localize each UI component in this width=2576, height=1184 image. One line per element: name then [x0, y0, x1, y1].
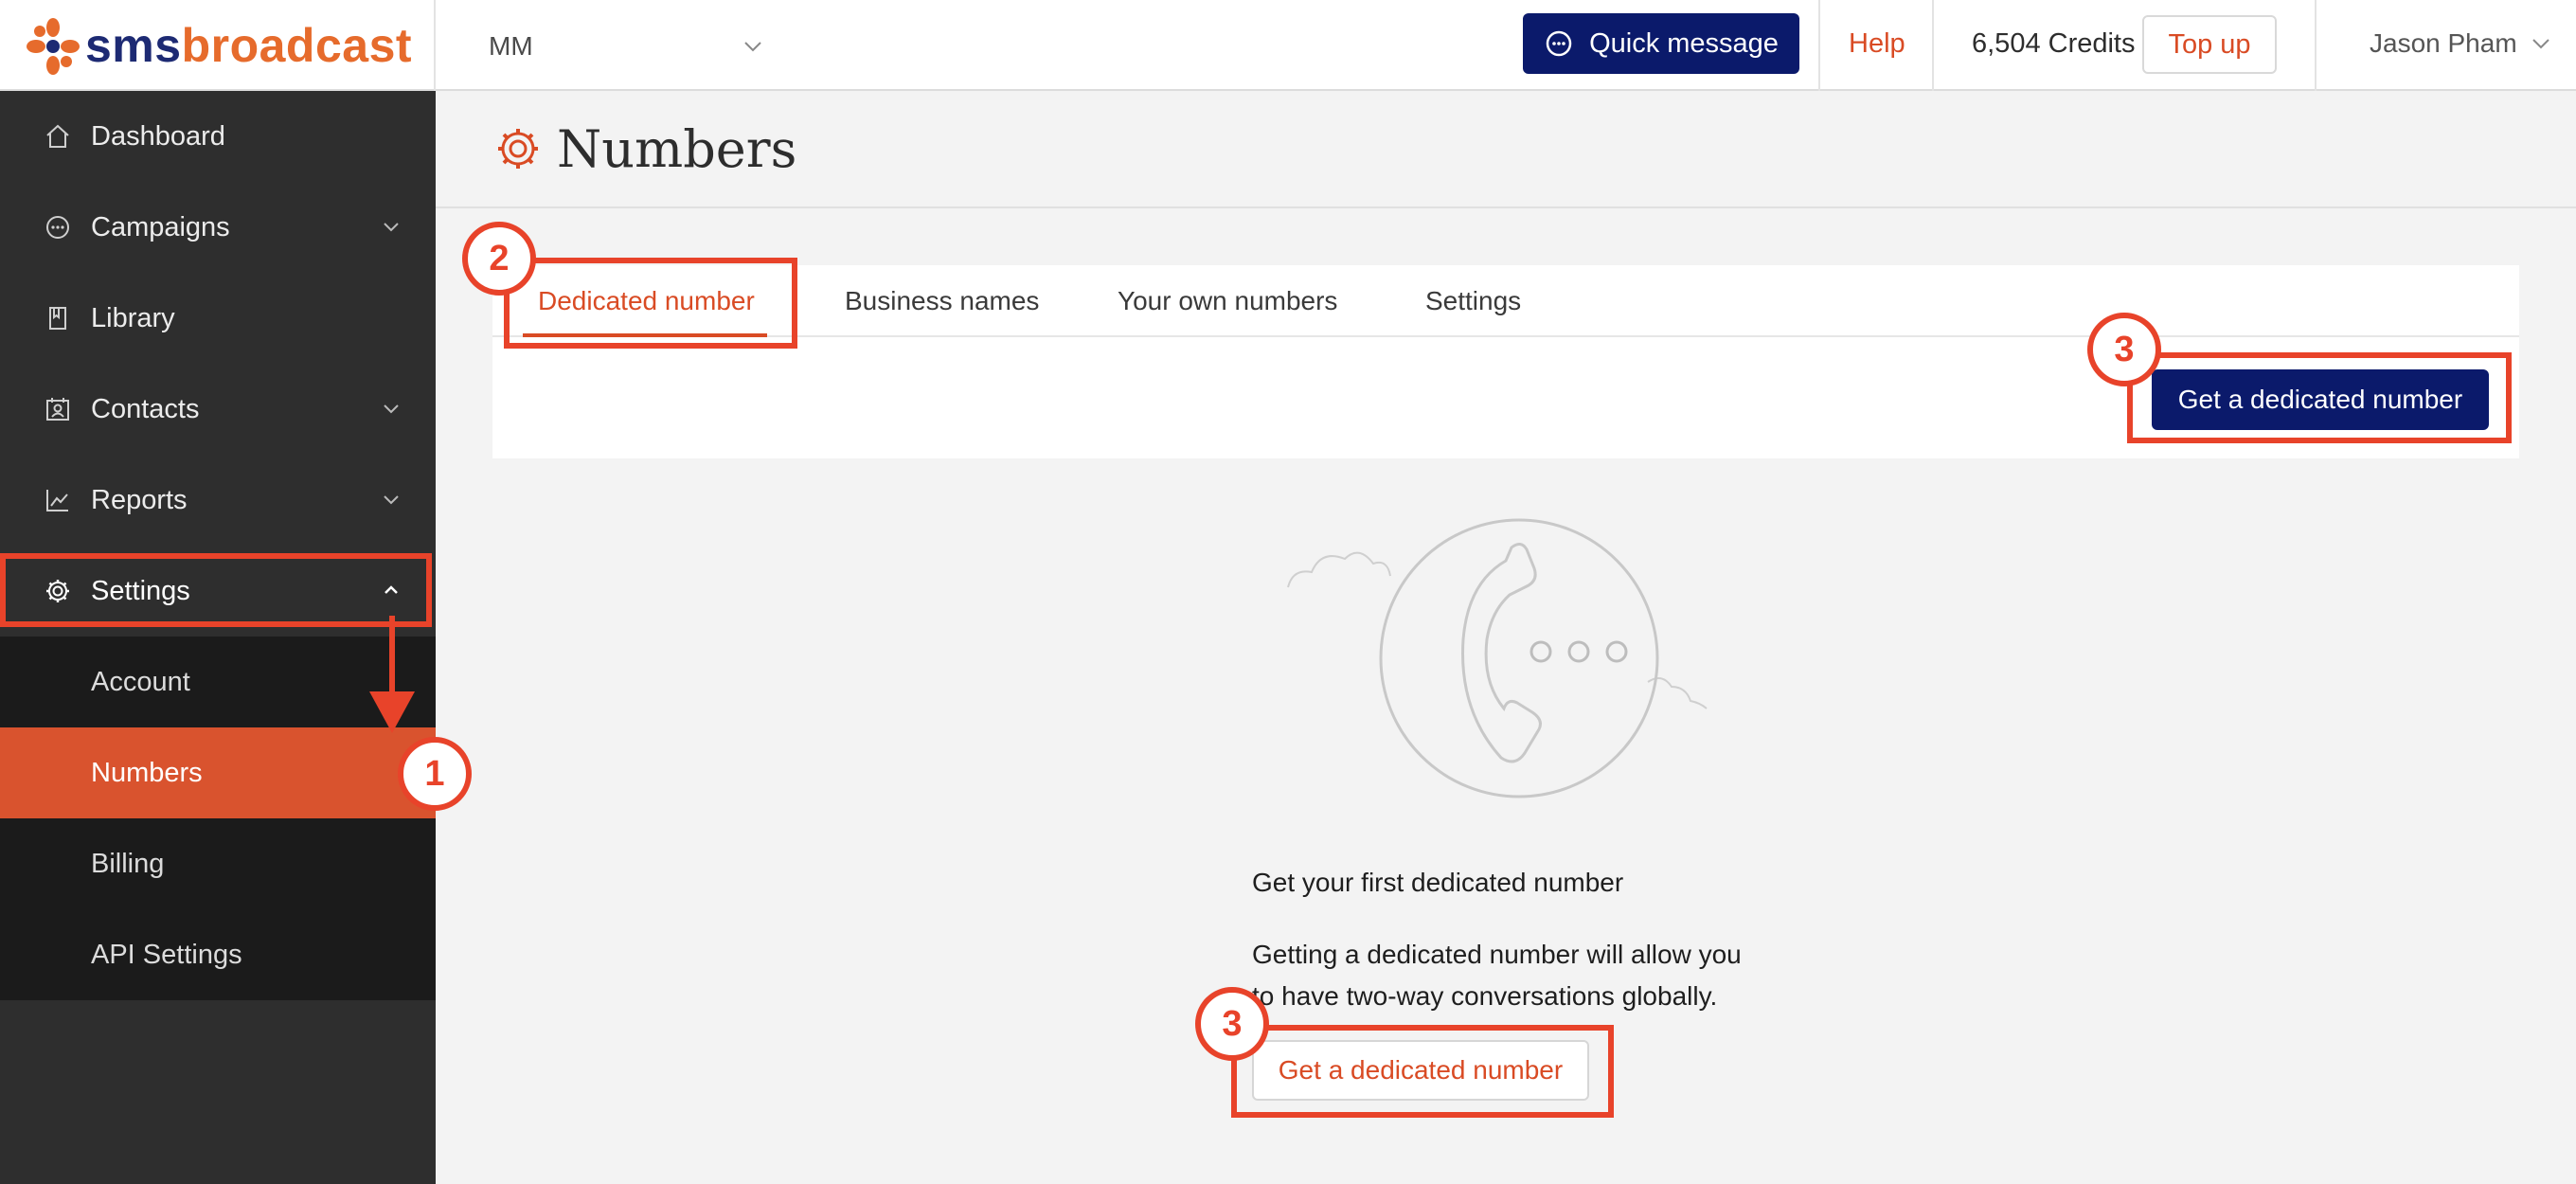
submenu-item-label: Numbers: [91, 757, 203, 788]
step-badge-3: 3: [1195, 987, 1269, 1061]
quick-message-label: Quick message: [1589, 27, 1779, 59]
sidebar-item-label: Dashboard: [91, 120, 225, 152]
arrow-down-icon: [369, 616, 415, 733]
submenu-item-label: Account: [91, 666, 190, 697]
sidebar-item-library[interactable]: Library: [0, 273, 436, 364]
chat-icon: [46, 216, 69, 239]
chat-bubble-icon: [1546, 30, 1572, 57]
submenu-item-label: Billing: [91, 848, 165, 879]
logo-sms: sms: [85, 19, 182, 72]
logo-broadcast: broadcast: [181, 19, 413, 72]
logo-wordmark: smsbroadcast: [85, 22, 412, 69]
account-selector-value: MM: [489, 31, 533, 61]
logo[interactable]: smsbroadcast: [0, 0, 436, 91]
top-bar: smsbroadcast MM Quick message Help 6,504…: [0, 0, 2576, 91]
sidebar-item-campaigns[interactable]: Campaigns: [0, 182, 436, 273]
account-selector[interactable]: MM: [489, 23, 763, 70]
sidebar-item-label: Contacts: [91, 393, 200, 424]
chevron-down-icon: [384, 495, 399, 505]
tab-your-own-numbers[interactable]: Your own numbers: [1118, 286, 1337, 316]
quick-message-button[interactable]: Quick message: [1523, 13, 1799, 74]
step-badge-2: 2: [462, 222, 536, 296]
divider: [2315, 0, 2317, 91]
highlight-secondary-cta: [1231, 1025, 1614, 1118]
submenu-item-numbers[interactable]: Numbers: [0, 727, 436, 818]
credits-balance: 6,504 Credits: [1972, 28, 2136, 59]
contacts-icon: [46, 398, 69, 421]
chevron-down-icon: [384, 223, 399, 232]
submenu-item-api-settings[interactable]: API Settings: [0, 909, 436, 1000]
book-icon: [49, 307, 66, 330]
sidebar-item-label: Campaigns: [91, 211, 230, 242]
sidebar-item-label: Library: [91, 302, 175, 333]
highlight-primary-cta: [2127, 352, 2512, 443]
step-badge-3: 3: [2087, 313, 2161, 386]
submenu-item-label: API Settings: [91, 939, 242, 970]
help-link[interactable]: Help: [1849, 28, 1905, 60]
home-icon: [46, 124, 69, 148]
user-name: Jason Pham: [2370, 28, 2517, 58]
step-badge-1: 1: [398, 737, 472, 811]
page-header: Numbers: [436, 91, 2576, 208]
tab-settings[interactable]: Settings: [1425, 286, 1521, 316]
page-title: Numbers: [557, 118, 797, 179]
divider: [1818, 0, 1820, 91]
sidebar-item-reports[interactable]: Reports: [0, 455, 436, 546]
phone-illustration: [1287, 518, 1708, 798]
sidebar-item-contacts[interactable]: Contacts: [0, 364, 436, 455]
chevron-down-icon: [2531, 39, 2549, 49]
user-menu[interactable]: Jason Pham: [2370, 28, 2551, 59]
logo-flower-icon: [27, 18, 80, 75]
sidebar-item-dashboard[interactable]: Dashboard: [0, 91, 436, 182]
highlight-dedicated-tab: [504, 258, 797, 349]
sidebar-item-label: Reports: [91, 484, 188, 515]
divider: [1932, 0, 1934, 91]
chevron-down-icon: [744, 42, 761, 52]
top-up-button[interactable]: Top up: [2142, 15, 2277, 74]
chevron-down-icon: [384, 404, 399, 414]
gear-icon: [498, 129, 538, 169]
chart-icon: [46, 490, 68, 511]
empty-state-title: Get your first dedicated number: [1252, 868, 1624, 897]
tab-business-names[interactable]: Business names: [845, 286, 1039, 316]
empty-state-description: Getting a dedicated number will allow yo…: [1252, 940, 1742, 1011]
submenu-item-billing[interactable]: Billing: [0, 818, 436, 909]
